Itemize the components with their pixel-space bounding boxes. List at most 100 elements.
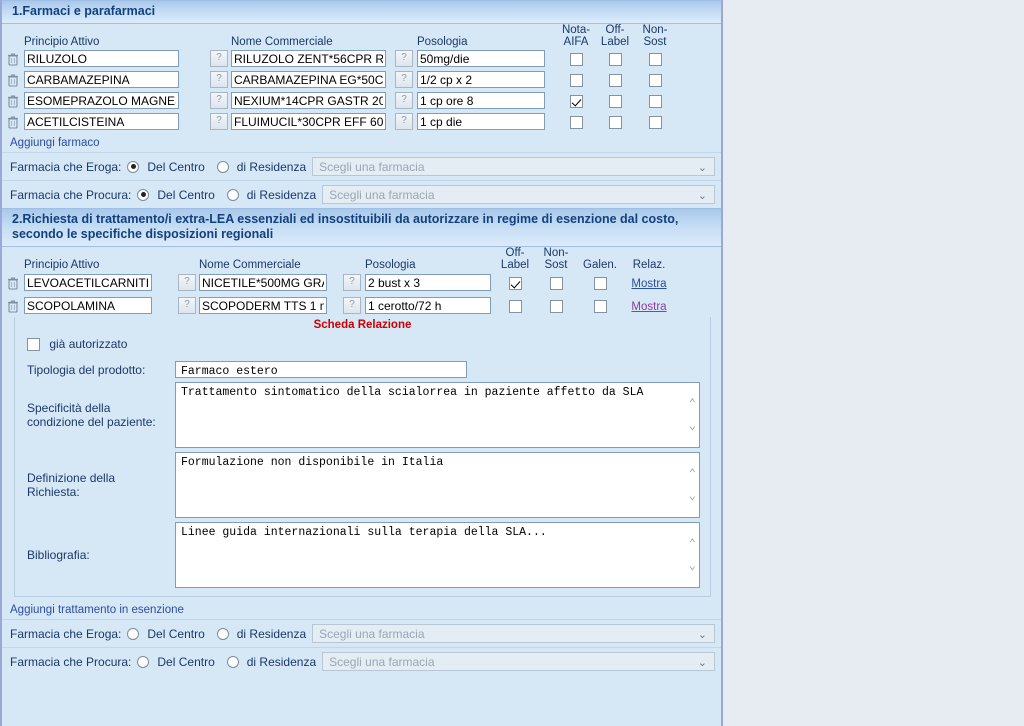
help-button[interactable]: ? (210, 71, 228, 88)
pharmacy-select[interactable]: Scegli una farmacia ⌄ (322, 652, 715, 672)
relazione-textarea[interactable]: Formulazione non disponibile in Italia ⌃ ⌄ (175, 452, 700, 519)
nome-commerciale-input[interactable] (199, 274, 327, 291)
help-button[interactable]: ? (210, 92, 228, 109)
radio-di-residenza[interactable] (226, 188, 239, 201)
off-label-checkbox[interactable] (508, 299, 522, 313)
posologia-input[interactable] (365, 274, 491, 291)
non-sost-checkbox[interactable] (648, 52, 662, 66)
help-button[interactable]: ? (178, 274, 196, 291)
non-sost-checkbox[interactable] (648, 94, 662, 108)
principio-attivo-input[interactable] (24, 274, 152, 291)
col-off-label: Off- Label (595, 24, 635, 48)
nota-aifa-checkbox[interactable] (569, 94, 583, 108)
principio-attivo-input[interactable] (24, 113, 179, 130)
radio-di-residenza[interactable] (216, 160, 229, 173)
scroll-down-icon[interactable]: ⌄ (689, 490, 696, 502)
radio-del-centro[interactable] (137, 188, 150, 201)
trash-icon[interactable] (7, 73, 19, 87)
help-button[interactable]: ? (210, 50, 228, 67)
nome-commerciale-input[interactable] (231, 92, 386, 109)
nota-aifa-checkbox[interactable] (569, 73, 583, 87)
galenico-checkbox[interactable] (593, 299, 607, 313)
nome-commerciale-input[interactable] (199, 297, 327, 314)
drugs-table-1: Principio Attivo Nome Commerciale Posolo… (2, 24, 721, 132)
help-button[interactable]: ? (343, 274, 361, 291)
pharmacy-label: Farmacia che Procura: (10, 654, 132, 669)
help-button[interactable]: ? (395, 50, 413, 67)
non-sost-checkbox[interactable] (549, 299, 563, 313)
relazione-field-label: Bibliografia: (27, 548, 90, 563)
non-sost-checkbox[interactable] (648, 73, 662, 87)
scheda-relazione-title: Scheda Relazione (313, 319, 412, 331)
help-button[interactable]: ? (178, 297, 196, 314)
pharmacy-select[interactable]: Scegli una farmacia ⌄ (312, 624, 715, 644)
col-non-sost: Non- Sost (635, 24, 675, 48)
posologia-input[interactable] (417, 50, 545, 67)
trash-icon[interactable] (7, 52, 19, 66)
nome-commerciale-input[interactable] (231, 71, 386, 88)
principio-attivo-input[interactable] (24, 92, 179, 109)
posologia-input[interactable] (417, 92, 545, 109)
form-panel: 1.Farmaci e parafarmaci Principio Attivo… (0, 0, 723, 726)
nota-aifa-checkbox[interactable] (569, 115, 583, 129)
add-drug-link[interactable]: Aggiungi farmaco (10, 137, 100, 149)
col-relazione: Relaz. (632, 259, 666, 271)
nome-commerciale-input[interactable] (231, 113, 386, 130)
help-button[interactable]: ? (395, 113, 413, 130)
col-nota-aifa-line2: AIFA (563, 36, 589, 48)
help-button[interactable]: ? (343, 297, 361, 314)
off-label-checkbox[interactable] (608, 73, 622, 87)
radio-di-residenza[interactable] (216, 627, 229, 640)
help-button[interactable]: ? (210, 113, 228, 130)
pharmacy-select[interactable]: Scegli una farmacia ⌄ (322, 185, 715, 204)
trash-icon[interactable] (7, 94, 19, 108)
trash-icon[interactable] (7, 276, 19, 290)
help-button[interactable]: ? (395, 71, 413, 88)
pharmacy-row: Farmacia che Eroga: Del Centro di Residenz… (2, 152, 721, 180)
tipologia-prodotto-input[interactable]: Farmaco estero (175, 361, 467, 379)
non-sost-checkbox[interactable] (549, 276, 563, 290)
section-2-header: 2.Richiesta di trattamento/i extra-LEA e… (2, 208, 721, 247)
off-label-checkbox[interactable] (608, 94, 622, 108)
radio-di-residenza-label: di Residenza (236, 159, 307, 174)
pharmacy-select[interactable]: Scegli una farmacia ⌄ (312, 157, 715, 176)
mostra-relazione-link[interactable]: Mostra (631, 301, 666, 313)
relazione-field-label: Specificità della condizione del paziente… (27, 401, 156, 430)
nota-aifa-checkbox[interactable] (569, 52, 583, 66)
off-label-checkbox[interactable] (508, 276, 522, 290)
principio-attivo-input[interactable] (24, 297, 152, 314)
principio-attivo-input[interactable] (24, 50, 179, 67)
off-label-checkbox[interactable] (608, 115, 622, 129)
posologia-input[interactable] (417, 113, 545, 130)
trash-icon[interactable] (7, 299, 19, 313)
chevron-down-icon: ⌄ (697, 162, 707, 174)
radio-di-residenza[interactable] (226, 655, 239, 668)
principio-attivo-input[interactable] (24, 71, 179, 88)
trash-icon[interactable] (7, 115, 19, 129)
help-button[interactable]: ? (395, 92, 413, 109)
relazione-textarea[interactable]: Linee guida internazionali sulla terapia… (175, 522, 700, 589)
off-label-checkbox[interactable] (608, 52, 622, 66)
scroll-up-icon[interactable]: ⌃ (689, 538, 696, 550)
relazione-textarea[interactable]: Trattamento sintomatico della scialorrea… (175, 382, 700, 449)
radio-del-centro[interactable] (137, 655, 150, 668)
scroll-down-icon[interactable]: ⌄ (689, 560, 696, 572)
scroll-up-icon[interactable]: ⌃ (689, 468, 696, 480)
add-exemption-link[interactable]: Aggiungi trattamento in esenzione (10, 604, 184, 616)
scheda-relazione-card: Scheda Relazione già autorizzato Tipolog… (14, 317, 711, 598)
col-galenico: Galen. (583, 259, 617, 271)
non-sost-checkbox[interactable] (648, 115, 662, 129)
already-authorized-checkbox[interactable] (27, 338, 40, 352)
posologia-input[interactable] (417, 71, 545, 88)
radio-di-residenza-label: di Residenza (246, 654, 317, 669)
drugs-table-2: Principio Attivo Nome Commerciale Posolo… (2, 247, 721, 317)
mostra-relazione-link[interactable]: Mostra (631, 278, 666, 290)
radio-del-centro[interactable] (127, 160, 140, 173)
scroll-down-icon[interactable]: ⌄ (689, 420, 696, 432)
scroll-up-icon[interactable]: ⌃ (689, 398, 696, 410)
galenico-checkbox[interactable] (593, 276, 607, 290)
nome-commerciale-input[interactable] (231, 50, 386, 67)
radio-del-centro[interactable] (127, 627, 140, 640)
col-non-sost: Non- Sost (535, 247, 577, 271)
posologia-input[interactable] (365, 297, 491, 314)
